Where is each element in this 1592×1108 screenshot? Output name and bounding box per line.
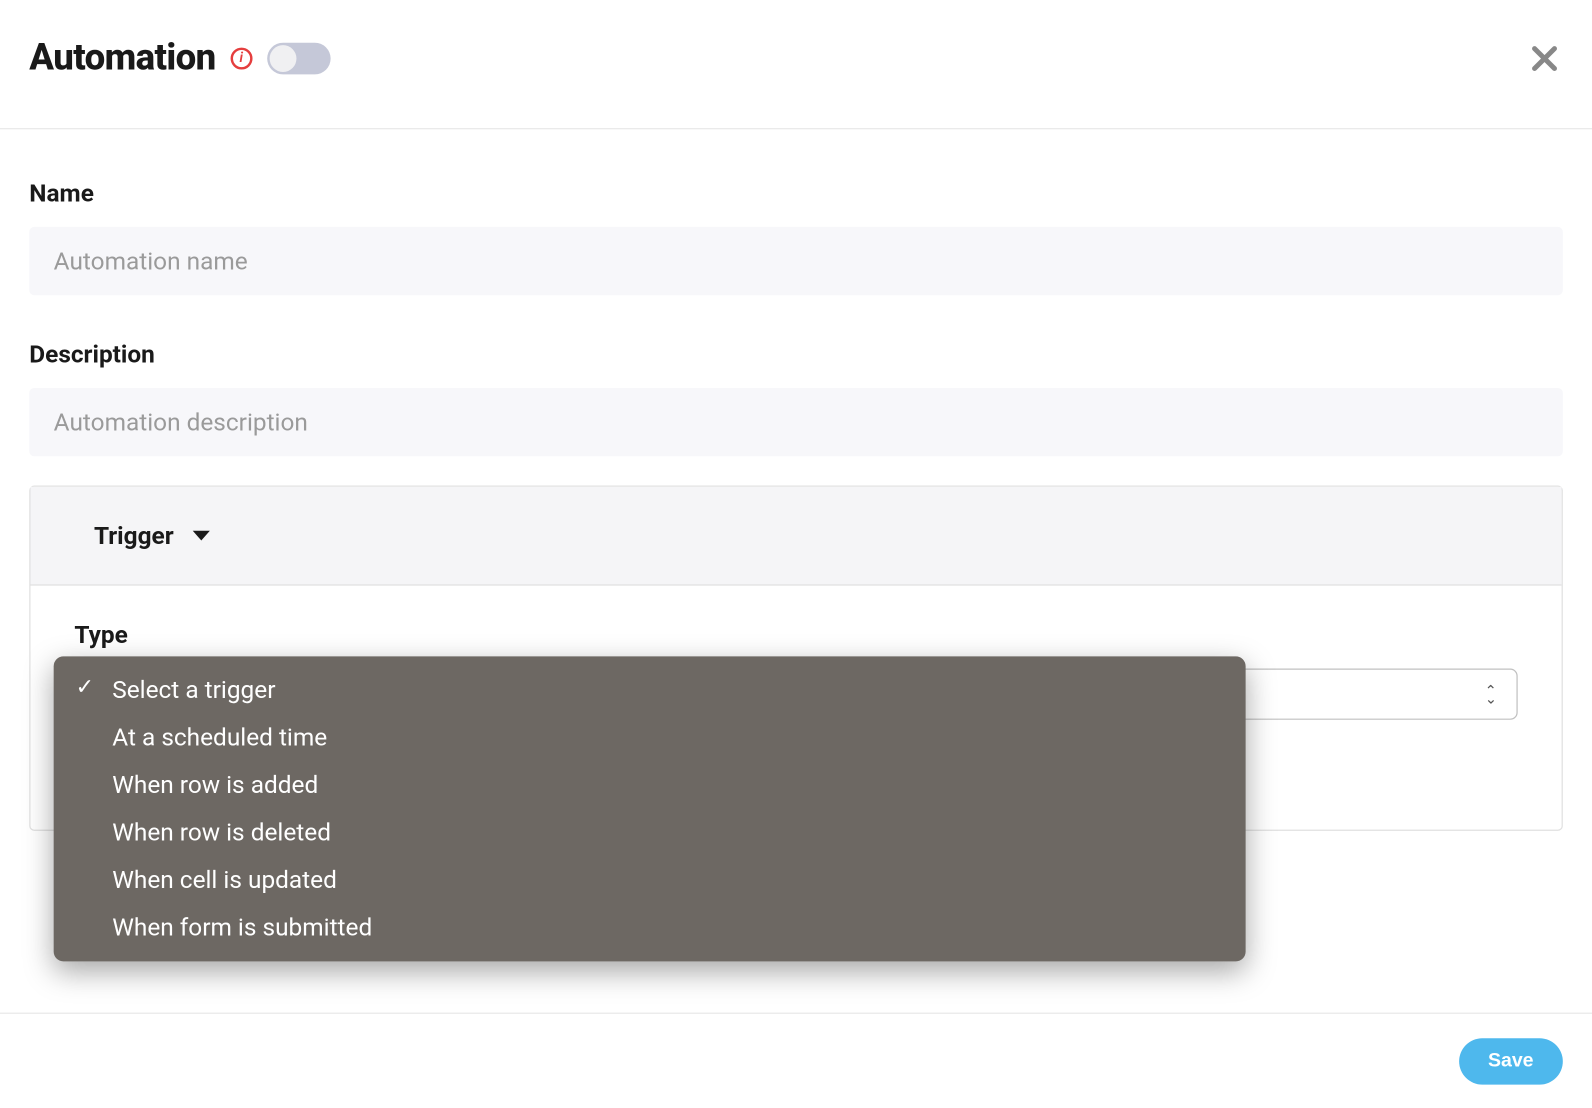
automation-modal: Automation i Name Description Trigger — [0, 0, 1592, 1108]
description-label: Description — [29, 339, 1563, 368]
description-group: Description — [29, 339, 1563, 456]
dropdown-option-row-deleted[interactable]: When row is deleted — [54, 809, 1246, 857]
select-chevrons-icon: ⌃ ⌃ — [1485, 687, 1497, 702]
toggle-knob — [269, 45, 296, 72]
page-title: Automation — [29, 37, 215, 80]
automation-toggle[interactable] — [267, 42, 330, 74]
dropdown-option-select-trigger[interactable]: Select a trigger — [54, 666, 1246, 714]
save-button[interactable]: Save — [1459, 1038, 1563, 1084]
type-label: Type — [74, 620, 1517, 649]
name-label: Name — [29, 178, 1563, 207]
modal-header: Automation i — [0, 0, 1592, 129]
trigger-header[interactable]: Trigger — [31, 487, 1562, 586]
name-input[interactable] — [29, 227, 1563, 295]
close-icon — [1527, 41, 1561, 75]
dropdown-option-row-added[interactable]: When row is added — [54, 761, 1246, 809]
info-icon[interactable]: i — [230, 47, 252, 69]
dropdown-option-form-submitted[interactable]: When form is submitted — [54, 904, 1246, 952]
trigger-title: Trigger — [94, 521, 174, 550]
header-left: Automation i — [29, 37, 330, 80]
description-input[interactable] — [29, 388, 1563, 456]
caret-down-icon — [193, 531, 210, 541]
name-group: Name — [29, 178, 1563, 295]
close-button[interactable] — [1526, 40, 1563, 77]
dropdown-option-cell-updated[interactable]: When cell is updated — [54, 856, 1246, 904]
trigger-type-dropdown: Select a trigger At a scheduled time Whe… — [54, 656, 1246, 961]
modal-footer: Save — [0, 1013, 1592, 1108]
dropdown-option-scheduled-time[interactable]: At a scheduled time — [54, 714, 1246, 762]
